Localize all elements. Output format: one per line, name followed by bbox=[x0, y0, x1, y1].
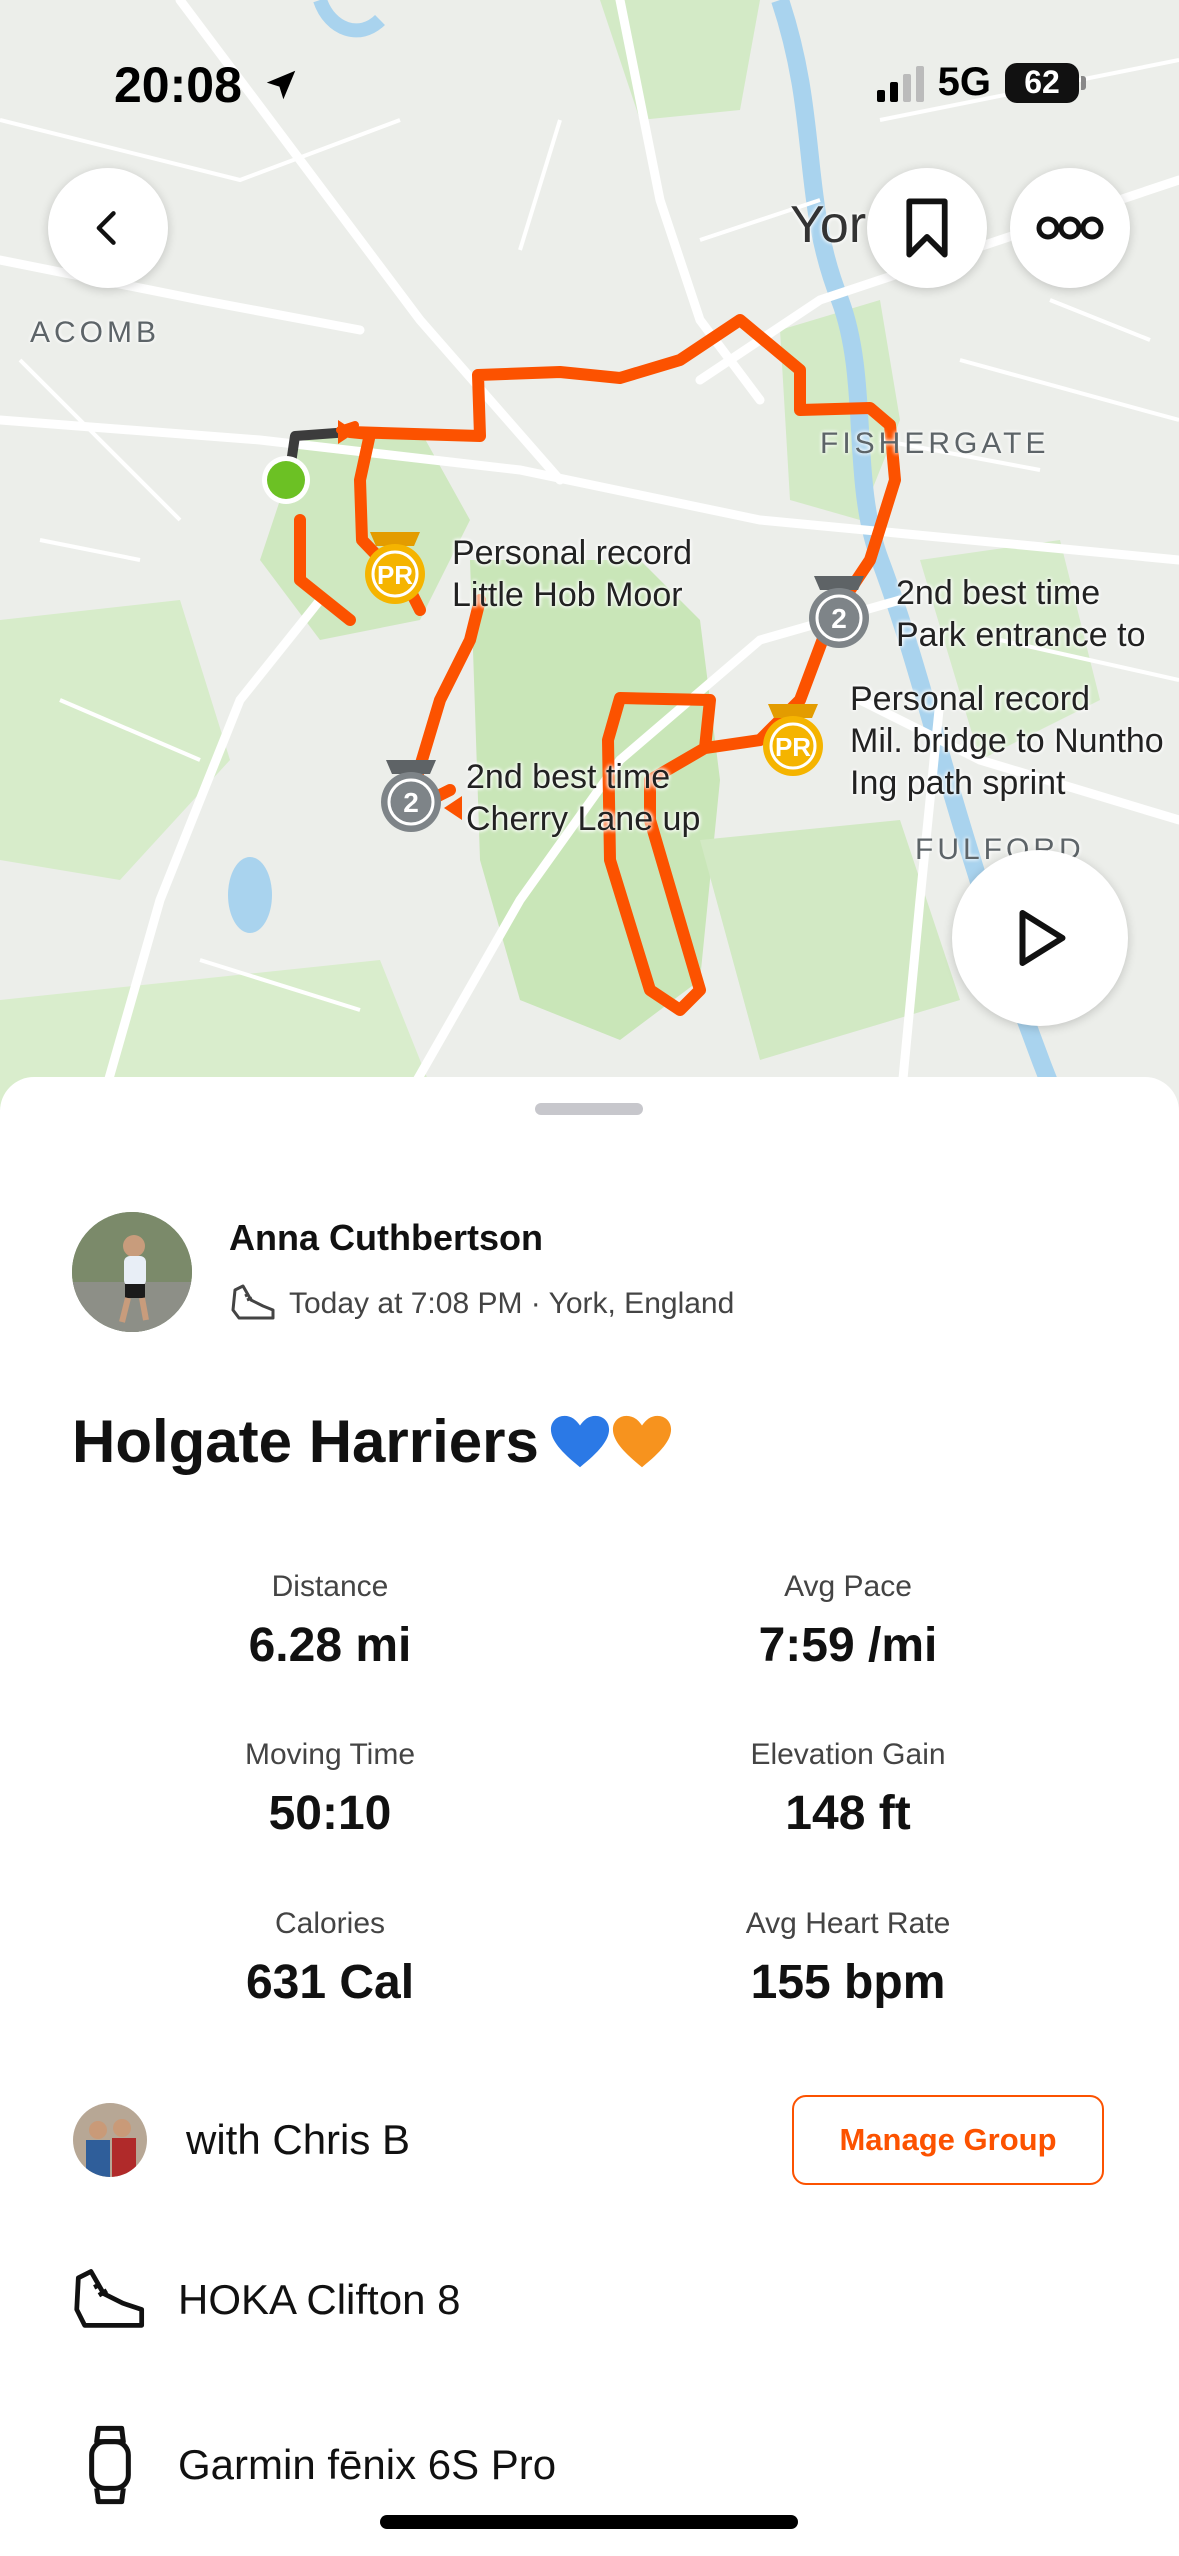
back-icon bbox=[96, 211, 116, 245]
pr-badge-text: PR bbox=[377, 560, 413, 590]
segment-label[interactable]: Personal record Mil. bridge to Nuntho In… bbox=[850, 678, 1164, 804]
segment-name: Cherry Lane up bbox=[466, 800, 701, 838]
stat-avg-pace: Avg Pace 7:59 /mi bbox=[628, 1570, 1068, 1673]
battery-level: 62 bbox=[1024, 64, 1060, 100]
route-map[interactable]: ACOMB Yor FISHERGATE FULFORD PR Personal… bbox=[0, 0, 1179, 1110]
stat-value: 50:10 bbox=[268, 1787, 392, 1840]
battery-icon: 62 bbox=[1005, 62, 1086, 103]
run-shoe-icon bbox=[231, 1284, 275, 1320]
second-badge-text: 2 bbox=[831, 603, 847, 634]
activity-title-text: Holgate Harriers bbox=[72, 1408, 539, 1475]
location-arrow-icon bbox=[266, 70, 296, 100]
stat-value: 148 ft bbox=[785, 1787, 911, 1840]
more-icon bbox=[1036, 216, 1104, 240]
stat-label: Distance bbox=[271, 1570, 389, 1603]
flyover-play-button[interactable] bbox=[952, 850, 1128, 1026]
segment-name: Park entrance to bbox=[896, 616, 1146, 654]
group-with-text: with Chris B bbox=[186, 2116, 411, 2163]
stat-value: 6.28 mi bbox=[248, 1619, 412, 1672]
more-button[interactable] bbox=[1010, 168, 1130, 288]
manage-group-button[interactable]: Manage Group bbox=[792, 2095, 1104, 2185]
group-row[interactable]: with Chris B bbox=[72, 2102, 410, 2178]
second-best-badge-icon[interactable]: 2 bbox=[378, 756, 444, 836]
pr-badge-icon[interactable]: PR bbox=[362, 528, 428, 608]
network-type: 5G bbox=[937, 60, 991, 104]
segment-achievement: Personal record bbox=[452, 534, 693, 572]
segment-name-cont: Ing path sprint bbox=[850, 764, 1066, 802]
status-indicators: 5G 62 bbox=[876, 60, 1086, 105]
activity-sheet: Anna Cuthbertson Today at 7:08 PM · York… bbox=[0, 1077, 1179, 2556]
play-icon bbox=[1019, 910, 1066, 966]
stat-label: Avg Heart Rate bbox=[745, 1907, 951, 1940]
stat-label: Elevation Gain bbox=[750, 1738, 946, 1771]
back-button[interactable] bbox=[48, 168, 168, 288]
pr-badge-icon[interactable]: PR bbox=[760, 700, 826, 780]
segment-achievement: 2nd best time bbox=[896, 574, 1101, 612]
home-indicator[interactable] bbox=[380, 2515, 798, 2529]
stat-distance: Distance 6.28 mi bbox=[110, 1570, 550, 1673]
blue-heart-icon bbox=[550, 1415, 609, 1467]
stat-value: 155 bpm bbox=[750, 1956, 946, 2009]
stat-calories: Calories 631 Cal bbox=[110, 1907, 550, 2010]
stat-elevation-gain: Elevation Gain 148 ft bbox=[628, 1738, 1068, 1841]
stat-label: Calories bbox=[274, 1907, 386, 1940]
pr-badge-text: PR bbox=[775, 732, 811, 762]
cellular-signal-icon bbox=[876, 64, 924, 102]
place-label-fishergate: FISHERGATE bbox=[820, 427, 1050, 460]
status-time-text: 20:08 bbox=[114, 57, 242, 113]
group-avatar bbox=[73, 2103, 147, 2177]
avatar[interactable] bbox=[72, 1212, 192, 1332]
segment-label[interactable]: 2nd best time Park entrance to bbox=[896, 572, 1145, 656]
device-name: Garmin fēnix 6S Pro bbox=[178, 2441, 557, 2488]
bookmark-button[interactable] bbox=[867, 168, 987, 288]
segment-achievement: Personal record bbox=[850, 680, 1091, 718]
activity-time-location: Today at 7:08 PM · York, England bbox=[289, 1287, 735, 1320]
athlete-name[interactable]: Anna Cuthbertson bbox=[229, 1217, 543, 1259]
place-label-york: Yor bbox=[790, 196, 867, 254]
stat-label: Avg Pace bbox=[784, 1570, 912, 1603]
activity-meta: Today at 7:08 PM · York, England bbox=[229, 1282, 734, 1326]
shoes-row[interactable]: HOKA Clifton 8 bbox=[72, 2262, 460, 2338]
stat-avg-heart-rate: Avg Heart Rate 155 bpm bbox=[628, 1907, 1068, 2010]
segment-name: Little Hob Moor bbox=[452, 576, 683, 614]
segment-achievement: 2nd best time bbox=[466, 758, 671, 796]
segment-label[interactable]: 2nd best time Cherry Lane up bbox=[466, 756, 700, 840]
orange-heart-icon bbox=[612, 1415, 671, 1467]
second-best-badge-icon[interactable]: 2 bbox=[806, 572, 872, 652]
stat-moving-time: Moving Time 50:10 bbox=[110, 1738, 550, 1841]
run-shoe-icon bbox=[74, 2269, 145, 2328]
shoes-name: HOKA Clifton 8 bbox=[178, 2276, 461, 2323]
segment-label[interactable]: Personal record Little Hob Moor bbox=[452, 532, 692, 616]
activity-title: Holgate Harriers bbox=[72, 1407, 673, 1476]
segment-name: Mil. bridge to Nuntho bbox=[850, 722, 1164, 760]
bookmark-icon bbox=[906, 198, 948, 258]
watch-icon bbox=[89, 2425, 131, 2505]
device-row[interactable]: Garmin fēnix 6S Pro bbox=[72, 2425, 556, 2505]
status-time: 20:08 bbox=[114, 56, 300, 114]
second-badge-text: 2 bbox=[403, 787, 419, 818]
stat-value: 631 Cal bbox=[245, 1956, 415, 2009]
avatar-image bbox=[72, 1212, 192, 1332]
sheet-grabber[interactable] bbox=[535, 1103, 643, 1115]
stat-value: 7:59 /mi bbox=[758, 1619, 938, 1672]
stat-label: Moving Time bbox=[244, 1738, 416, 1771]
place-label-acomb: ACOMB bbox=[30, 316, 161, 349]
